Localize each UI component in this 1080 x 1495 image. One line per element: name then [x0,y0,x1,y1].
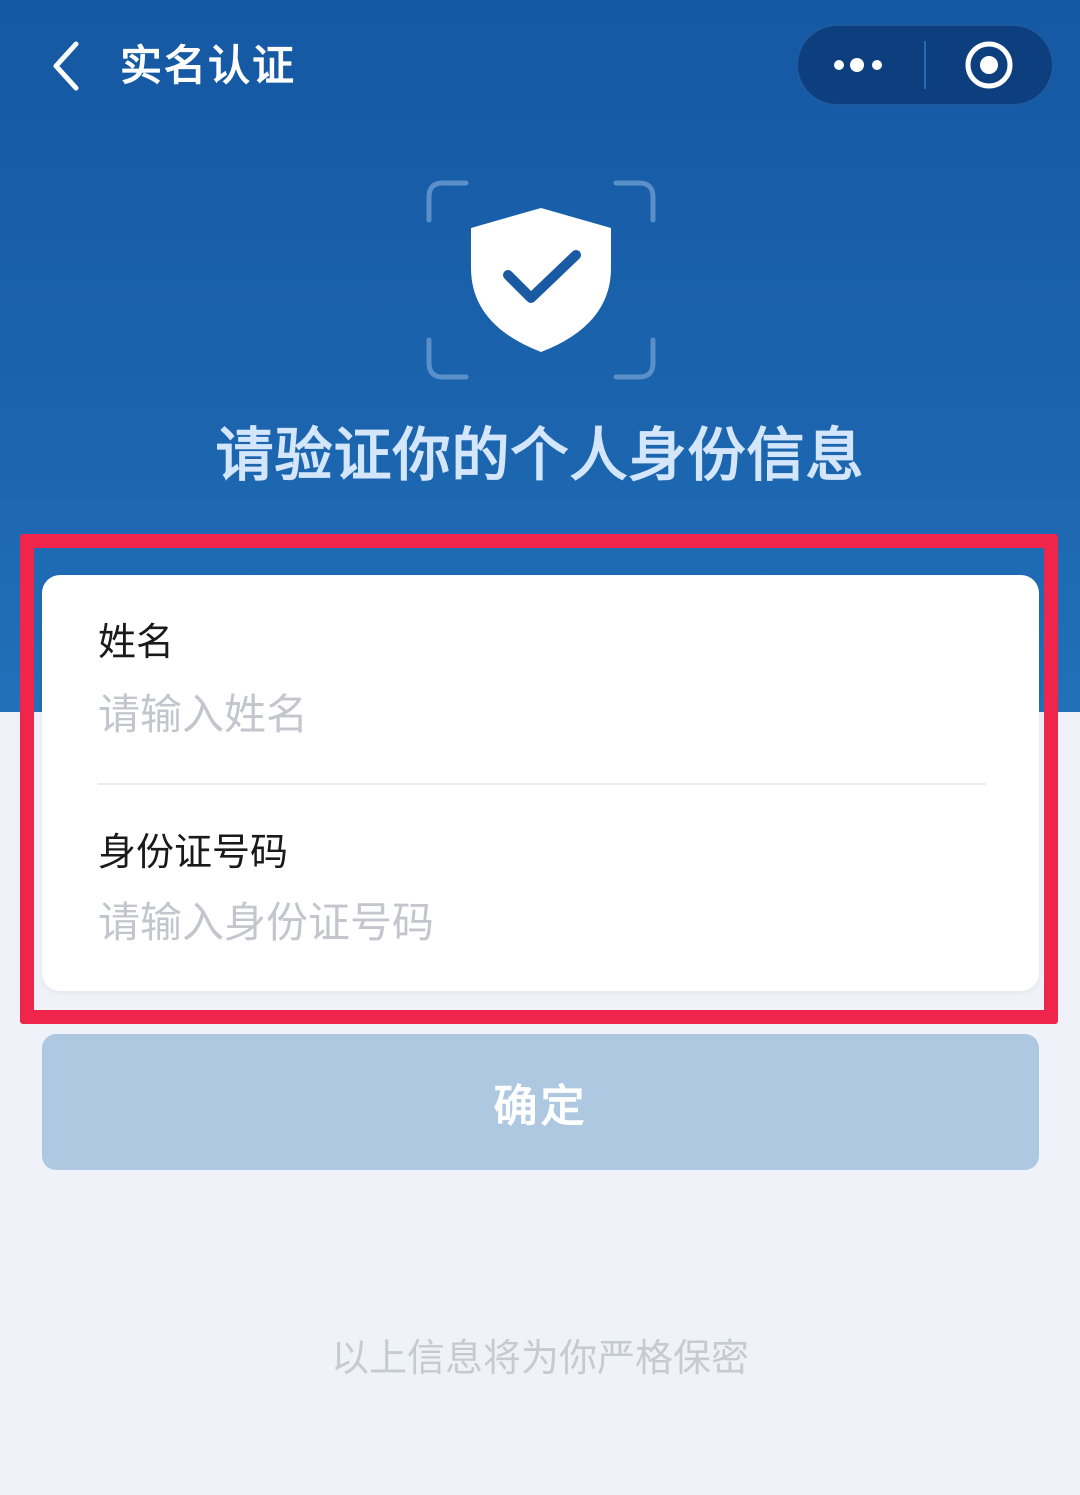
mini-program-capsule [796,24,1054,106]
more-button[interactable] [798,26,924,104]
page-title: 实名认证 [120,41,297,90]
close-mini-program-button[interactable] [926,26,1052,104]
more-dots-icon [834,58,882,72]
name-label: 姓名 [98,620,175,664]
navigation-bar: 实名认证 [0,0,1080,130]
verification-headline: 请验证你的个人身份信息 [215,421,865,489]
shield-check-icon [426,180,656,380]
form-divider [98,783,986,785]
privacy-note: 以上信息将为你严格保密 [330,1336,749,1380]
name-input[interactable] [98,681,983,747]
back-button[interactable] [36,36,96,96]
identity-form-card: 姓名 身份证号码 [42,575,1039,991]
id-number-label: 身份证号码 [98,830,289,874]
chevron-left-icon [53,41,79,91]
target-circle-icon [965,41,1013,89]
id-number-input[interactable] [98,889,983,955]
confirm-button[interactable]: 确定 [42,1034,1039,1170]
